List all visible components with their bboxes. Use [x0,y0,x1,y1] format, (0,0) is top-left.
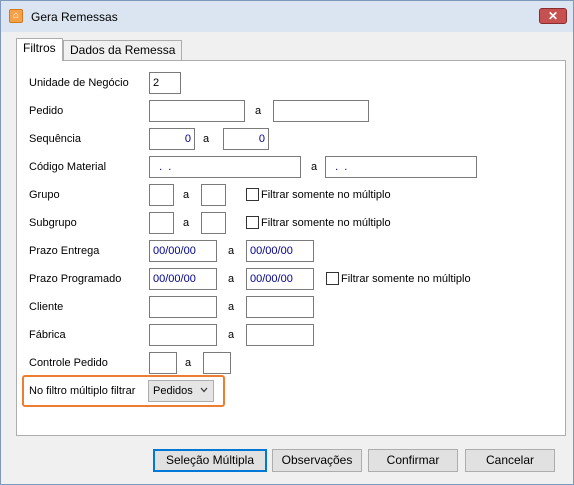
pedido-label: Pedido [29,105,64,117]
codigo-material-label: Código Material [29,161,107,173]
prazo-programado-label: Prazo Programado [29,273,122,285]
unidade-negocio-label: Unidade de Negócio [29,77,129,89]
grupo-to-input[interactable] [201,184,226,206]
tab-dados-da-remessa[interactable]: Dados da Remessa [63,40,183,60]
prazo-programado-filtrar-multiplo-label: Filtrar somente no múltiplo [341,273,471,285]
prazo-programado-from-input[interactable]: 00/00/00 [149,268,217,290]
prazo-programado-to-input[interactable]: 00/00/00 [246,268,314,290]
subgrupo-range-separator: a [183,217,190,229]
observacoes-button[interactable]: Observações [272,449,362,472]
cliente-from-input[interactable] [149,296,217,318]
subgrupo-from-input[interactable] [149,212,174,234]
subgrupo-to-input[interactable] [201,212,226,234]
fabrica-to-input[interactable] [246,324,314,346]
sequencia-range-separator: a [203,133,210,145]
codigo-material-to-input[interactable]: . . [325,156,477,178]
pedido-to-input[interactable] [273,100,369,122]
window-title: Gera Remessas [31,10,118,24]
selecao-multipla-button[interactable]: Seleção Múltipla [153,449,267,472]
grupo-range-separator: a [183,189,190,201]
grupo-from-input[interactable] [149,184,174,206]
fabrica-range-separator: a [228,329,235,341]
title-bar[interactable]: ⌂ Gera Remessas ✕ [1,1,573,32]
grupo-label: Grupo [29,189,60,201]
subgrupo-label: Subgrupo [29,217,77,229]
sequencia-label: Sequência [29,133,81,145]
controle-pedido-label: Controle Pedido [29,357,108,369]
dialog-client-area: Filtros Dados da Remessa Unidade de Negó… [8,32,566,478]
fabrica-label: Fábrica [29,329,66,341]
close-button[interactable]: ✕ [539,8,567,24]
fabrica-from-input[interactable] [149,324,217,346]
grupo-filtrar-multiplo-label: Filtrar somente no múltiplo [261,189,391,201]
codigo-material-from-input[interactable]: . . [149,156,301,178]
chevron-down-icon [200,387,208,393]
filtro-multiplo-select[interactable]: Pedidos [148,380,214,402]
prazo-entrega-to-input[interactable]: 00/00/00 [246,240,314,262]
filtro-multiplo-selected-value: Pedidos [153,385,193,397]
sequencia-from-input[interactable]: 0 [149,128,195,150]
sequencia-to-input[interactable]: 0 [223,128,269,150]
tab-filtros[interactable]: Filtros [16,38,63,61]
controle-pedido-range-separator: a [185,357,192,369]
controle-pedido-to-input[interactable] [203,352,231,374]
prazo-entrega-label: Prazo Entrega [29,245,100,257]
unidade-negocio-input[interactable]: 2 [149,72,181,94]
prazo-programado-filtrar-multiplo-checkbox[interactable] [326,272,339,285]
filtros-panel: Unidade de Negócio 2 Pedido a Sequência … [16,60,566,436]
app-icon: ⌂ [9,9,23,23]
pedido-from-input[interactable] [149,100,245,122]
cliente-range-separator: a [228,301,235,313]
cliente-to-input[interactable] [246,296,314,318]
grupo-filtrar-multiplo-checkbox[interactable] [246,188,259,201]
dialog-window: ⌂ Gera Remessas ✕ Filtros Dados da Remes… [0,0,574,485]
subgrupo-filtrar-multiplo-checkbox[interactable] [246,216,259,229]
subgrupo-filtrar-multiplo-label: Filtrar somente no múltiplo [261,217,391,229]
prazo-entrega-range-separator: a [228,245,235,257]
filtro-multiplo-label: No filtro múltiplo filtrar [29,385,136,397]
prazo-entrega-from-input[interactable]: 00/00/00 [149,240,217,262]
pedido-range-separator: a [255,105,262,117]
prazo-programado-range-separator: a [228,273,235,285]
codigo-material-range-separator: a [311,161,318,173]
controle-pedido-from-input[interactable] [149,352,177,374]
confirmar-button[interactable]: Confirmar [368,449,458,472]
cancelar-button[interactable]: Cancelar [465,449,555,472]
cliente-label: Cliente [29,301,64,313]
